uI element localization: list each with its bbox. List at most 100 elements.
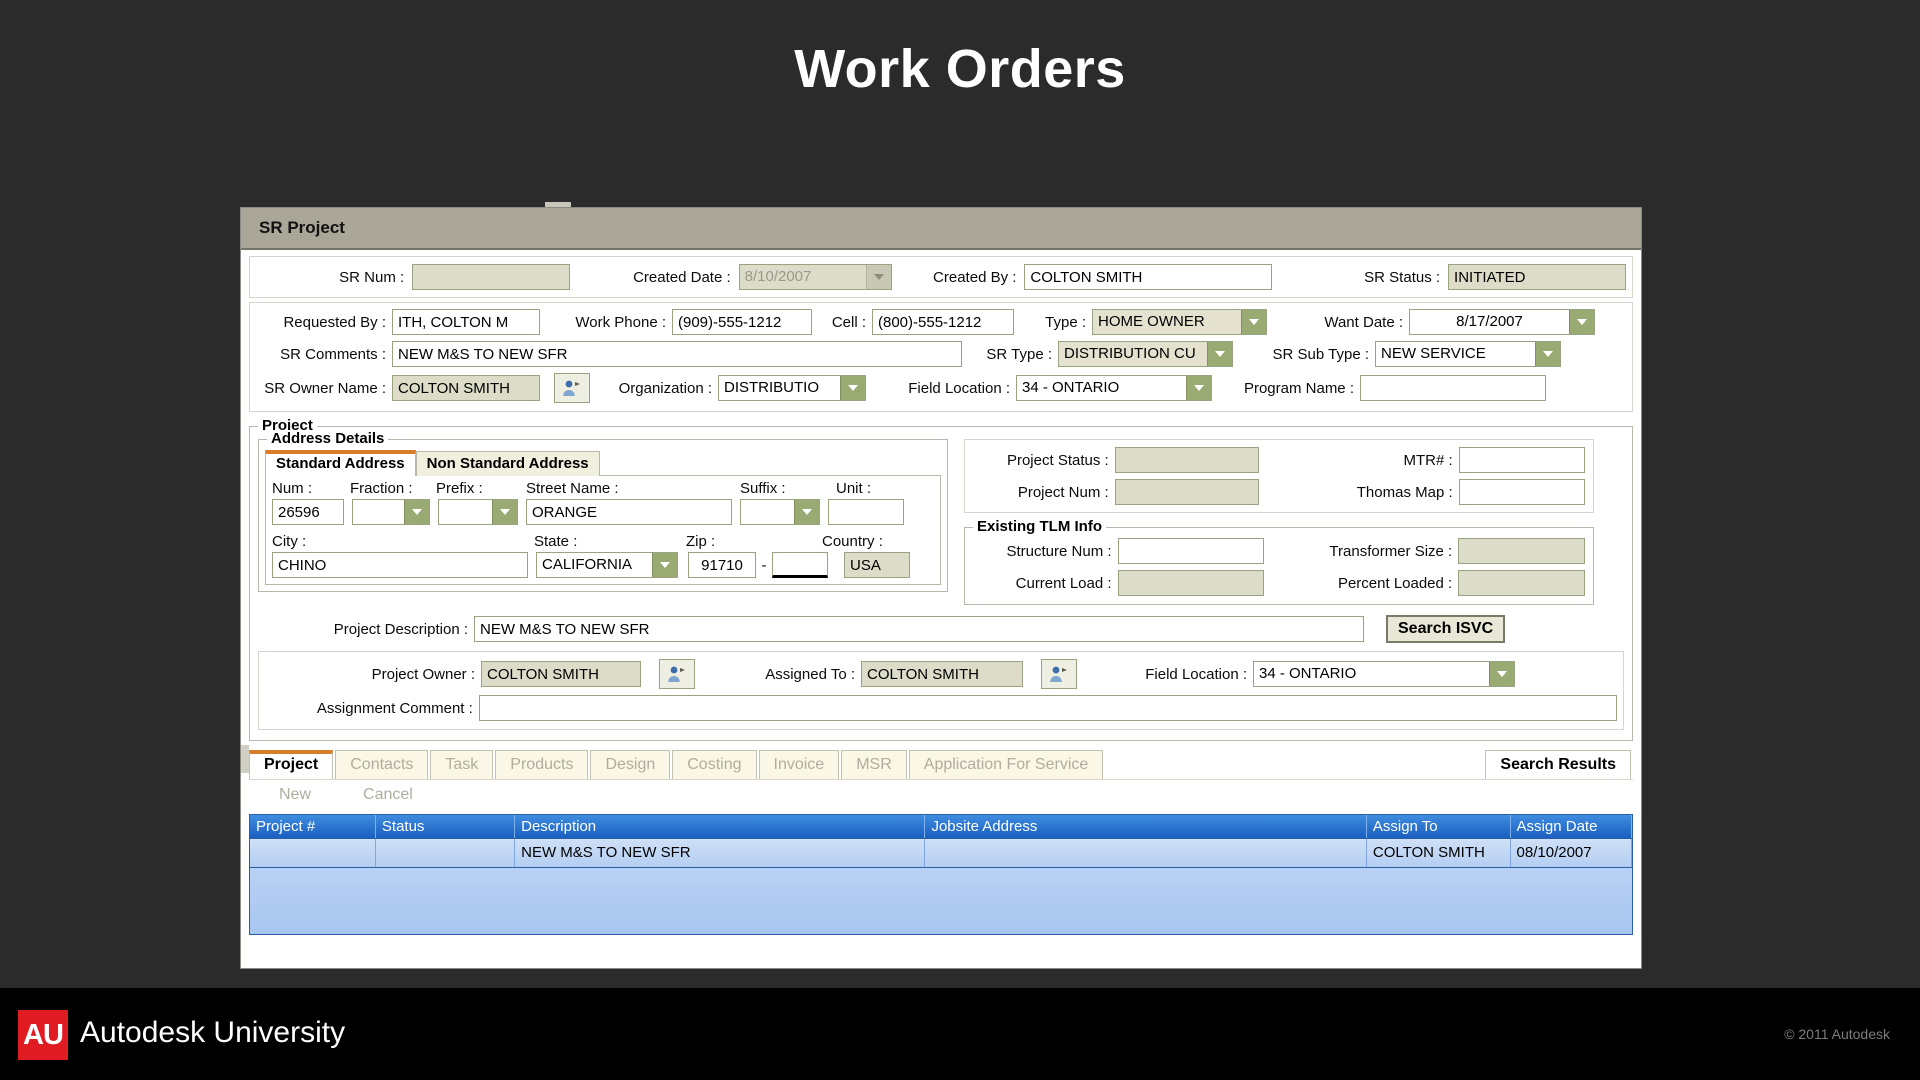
grid-cell-jobsite-address[interactable] bbox=[925, 839, 1367, 867]
tab-costing[interactable]: Costing bbox=[672, 750, 757, 779]
project-num-field[interactable] bbox=[1114, 479, 1259, 505]
chevron-down-icon[interactable] bbox=[492, 500, 517, 524]
tab-design[interactable]: Design bbox=[590, 750, 671, 779]
type-label: Type : bbox=[1045, 313, 1086, 331]
current-load-field[interactable] bbox=[1117, 570, 1265, 596]
sr-num-field[interactable] bbox=[412, 264, 571, 290]
zip-field[interactable]: 91710 bbox=[688, 552, 756, 578]
sr-owner-picker-button[interactable] bbox=[554, 373, 590, 403]
grid-cell-project-num[interactable] bbox=[250, 839, 376, 867]
address-tabs: Standard Address Non Standard Address bbox=[265, 448, 941, 476]
tab-contacts[interactable]: Contacts bbox=[335, 750, 429, 779]
structure-num-field[interactable] bbox=[1117, 538, 1265, 564]
grid-column-header[interactable]: Status bbox=[376, 815, 516, 838]
window-title: SR Project bbox=[259, 218, 345, 237]
street-name-label: Street Name : bbox=[526, 480, 619, 497]
project-description-field[interactable]: NEW M&S TO NEW SFR bbox=[474, 616, 1364, 642]
mtr-label: MTR# : bbox=[1403, 451, 1453, 469]
percent-loaded-field[interactable] bbox=[1458, 570, 1585, 596]
created-date-label: Created Date : bbox=[633, 268, 731, 286]
vertical-scrollbar[interactable] bbox=[241, 745, 249, 773]
assigned-to-field[interactable]: COLTON SMITH bbox=[861, 661, 1023, 687]
grid-column-header[interactable]: Description bbox=[515, 815, 926, 838]
grid-cell-assign-to[interactable]: COLTON SMITH bbox=[1367, 839, 1511, 867]
cell-field[interactable]: (800)-555-1212 bbox=[872, 309, 1014, 335]
cancel-button[interactable]: Cancel bbox=[363, 786, 413, 804]
street-name-field[interactable]: ORANGE bbox=[526, 499, 732, 525]
grid-column-header[interactable]: Project # bbox=[250, 815, 376, 838]
chevron-down-icon[interactable] bbox=[1535, 342, 1560, 366]
chevron-down-icon[interactable] bbox=[1489, 662, 1514, 686]
num-field[interactable]: 26596 bbox=[272, 499, 344, 525]
zip-separator: - bbox=[761, 556, 767, 574]
chevron-down-icon[interactable] bbox=[840, 376, 865, 400]
created-date-combo[interactable]: 8/10/2007 bbox=[738, 264, 892, 290]
zip-ext-field[interactable] bbox=[772, 552, 828, 578]
sr-status-field[interactable]: INITIATED bbox=[1448, 264, 1626, 290]
type-combo[interactable]: HOME OWNER bbox=[1092, 309, 1267, 335]
search-isvc-button[interactable]: Search ISVC bbox=[1386, 615, 1506, 643]
thomas-map-field[interactable] bbox=[1458, 479, 1585, 505]
transformer-size-field[interactable] bbox=[1458, 538, 1585, 564]
grid-cell-status[interactable] bbox=[376, 839, 516, 867]
grid-column-header[interactable]: Assign Date bbox=[1511, 815, 1632, 838]
prefix-label: Prefix : bbox=[436, 480, 483, 497]
unit-field[interactable] bbox=[828, 499, 904, 525]
chevron-down-icon[interactable] bbox=[404, 500, 429, 524]
chevron-down-icon[interactable] bbox=[794, 500, 819, 524]
search-results-grid: Project # Status Description Jobsite Addres… bbox=[249, 814, 1633, 935]
tab-project[interactable]: Project bbox=[249, 750, 334, 779]
field-location-combo[interactable]: 34 - ONTARIO bbox=[1016, 375, 1212, 401]
program-name-field[interactable] bbox=[1360, 375, 1546, 401]
chevron-down-icon[interactable] bbox=[1569, 310, 1594, 334]
grid-cell-description[interactable]: NEW M&S TO NEW SFR bbox=[515, 839, 926, 867]
organization-combo[interactable]: DISTRIBUTIO bbox=[718, 375, 866, 401]
fraction-combo[interactable] bbox=[352, 499, 430, 525]
sr-type-combo[interactable]: DISTRIBUTION CU bbox=[1058, 341, 1233, 367]
created-by-field[interactable]: COLTON SMITH bbox=[1024, 264, 1272, 290]
mtr-field[interactable] bbox=[1458, 447, 1585, 473]
tab-invoice[interactable]: Invoice bbox=[758, 750, 840, 779]
requested-by-field[interactable]: ITH, COLTON M bbox=[392, 309, 540, 335]
assigned-to-picker-button[interactable] bbox=[1041, 659, 1077, 689]
table-row[interactable]: NEW M&S TO NEW SFR COLTON SMITH 08/10/2007 bbox=[250, 838, 1632, 867]
prefix-combo[interactable] bbox=[438, 499, 518, 525]
state-combo[interactable]: CALIFORNIA bbox=[536, 552, 678, 578]
sr-status-label: SR Status : bbox=[1364, 268, 1441, 286]
project-owner-field[interactable]: COLTON SMITH bbox=[481, 661, 641, 687]
tab-search-results[interactable]: Search Results bbox=[1485, 750, 1631, 779]
assignment-field-location-combo[interactable]: 34 - ONTARIO bbox=[1253, 661, 1515, 687]
chevron-down-icon[interactable] bbox=[1186, 376, 1211, 400]
num-label: Num : bbox=[272, 480, 313, 497]
suffix-combo[interactable] bbox=[740, 499, 820, 525]
tab-non-standard-address[interactable]: Non Standard Address bbox=[415, 451, 600, 476]
grid-cell-assign-date[interactable]: 08/10/2007 bbox=[1511, 839, 1632, 867]
project-status-field[interactable] bbox=[1114, 447, 1259, 473]
chevron-down-icon[interactable] bbox=[1207, 342, 1232, 366]
unit-label: Unit : bbox=[836, 480, 872, 497]
transformer-size-label: Transformer Size : bbox=[1329, 542, 1453, 560]
tab-task[interactable]: Task bbox=[430, 750, 494, 779]
chevron-down-icon[interactable] bbox=[652, 553, 677, 577]
structure-num-label: Structure Num : bbox=[1006, 542, 1112, 560]
city-field[interactable]: CHINO bbox=[272, 552, 528, 578]
sr-owner-name-field[interactable]: COLTON SMITH bbox=[392, 375, 540, 401]
chevron-down-icon[interactable] bbox=[865, 265, 891, 289]
project-owner-picker-button[interactable] bbox=[659, 659, 695, 689]
grid-column-header[interactable]: Jobsite Address bbox=[925, 815, 1367, 838]
new-button[interactable]: New bbox=[279, 786, 311, 804]
tab-application-for-service[interactable]: Application For Service bbox=[908, 750, 1104, 779]
existing-tlm-groupbox: Existing TLM Info Structure Num : Transf… bbox=[964, 518, 1594, 605]
grid-column-header[interactable]: Assign To bbox=[1367, 815, 1511, 838]
sr-sub-type-combo[interactable]: NEW SERVICE bbox=[1375, 341, 1561, 367]
prefix-value bbox=[439, 500, 492, 524]
assignment-comment-field[interactable] bbox=[478, 695, 1617, 721]
chevron-down-icon[interactable] bbox=[1241, 310, 1266, 334]
sr-comments-field[interactable]: NEW M&S TO NEW SFR bbox=[392, 341, 962, 367]
work-phone-field[interactable]: (909)-555-1212 bbox=[672, 309, 812, 335]
tab-msr[interactable]: MSR bbox=[841, 750, 907, 779]
country-field[interactable]: USA bbox=[844, 552, 910, 578]
tab-products[interactable]: Products bbox=[495, 750, 589, 779]
tab-standard-address[interactable]: Standard Address bbox=[265, 450, 416, 476]
want-date-combo[interactable]: 8/17/2007 bbox=[1409, 309, 1595, 335]
